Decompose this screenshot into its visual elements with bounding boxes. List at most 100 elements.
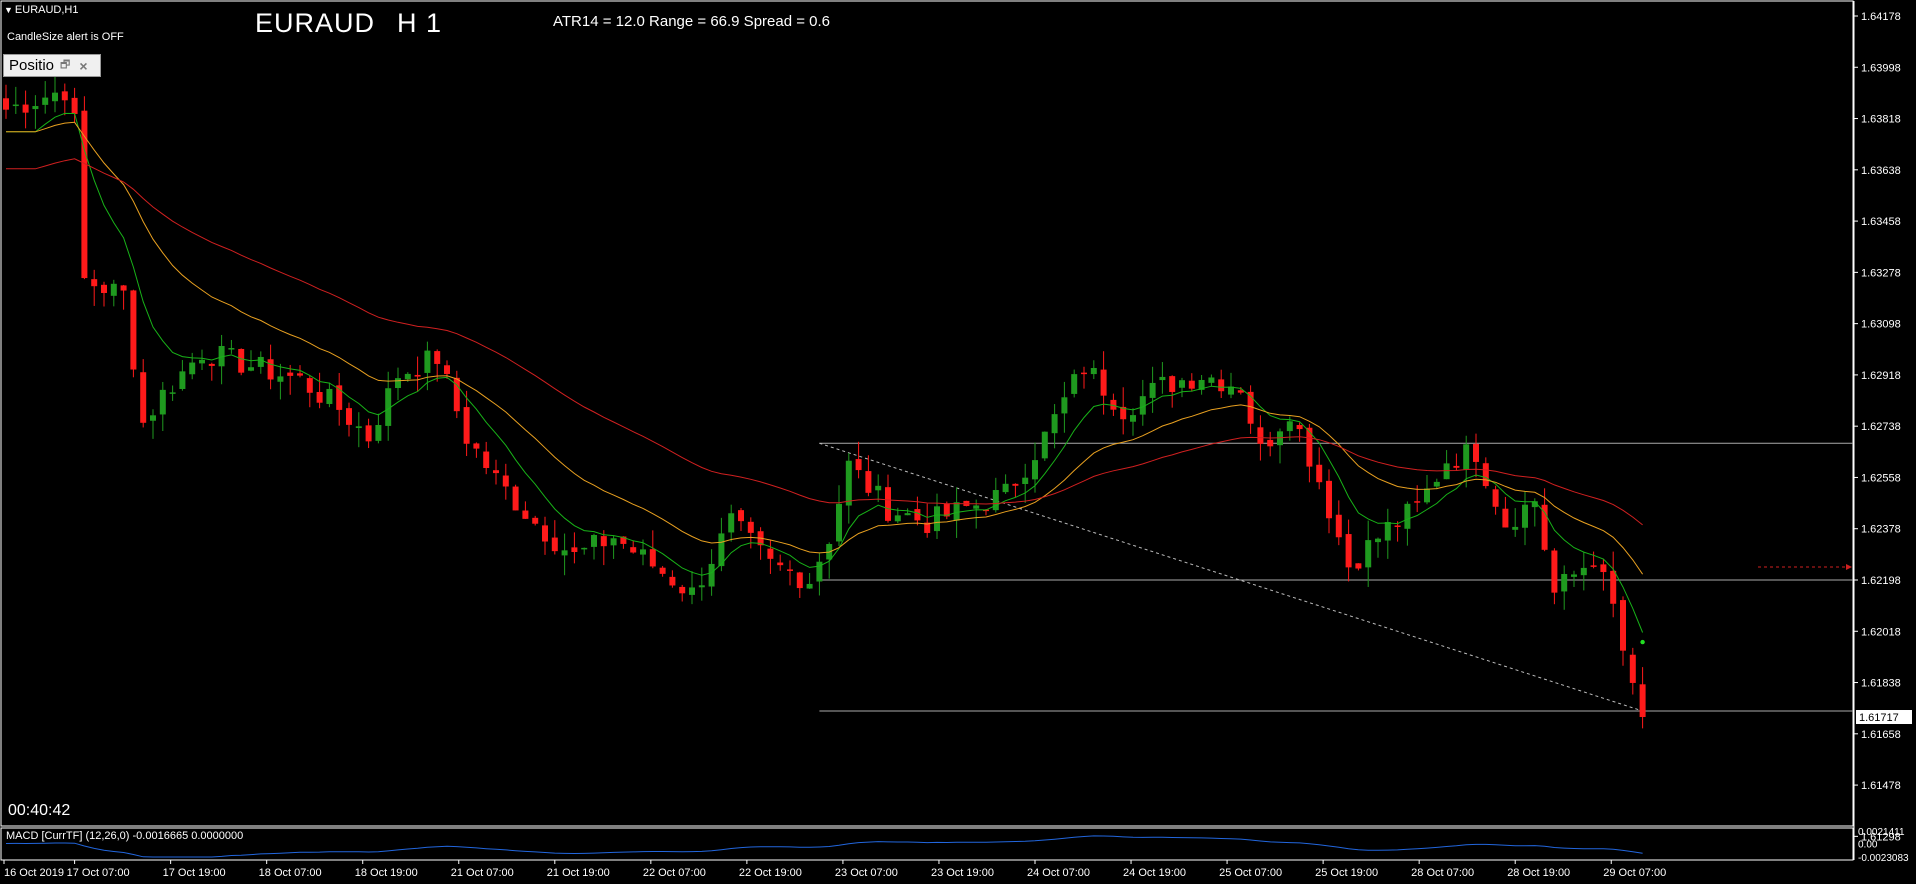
x-tick-label: 16 Oct 2019 — [4, 867, 64, 879]
candle-body — [12, 104, 19, 107]
candle-body — [1002, 483, 1009, 493]
candle-body — [522, 510, 529, 519]
x-tick-label: 28 Oct 19:00 — [1507, 867, 1570, 879]
collapse-triangle-icon[interactable]: ▼ — [4, 5, 13, 15]
candle-body — [894, 515, 901, 522]
candle-body — [434, 351, 441, 364]
symbol-header[interactable]: ▼ EURAUD,H1 — [4, 4, 79, 16]
candle-body — [1012, 483, 1019, 486]
candle-body — [1443, 463, 1450, 480]
signal-dot — [1640, 639, 1645, 645]
macd-line — [5, 835, 1643, 858]
candle-body — [698, 585, 705, 588]
chart-frame — [0, 0, 1855, 861]
main-plot-border — [0, 0, 1854, 827]
x-tick-label: 24 Oct 07:00 — [1027, 867, 1090, 879]
candle-body — [1316, 464, 1323, 483]
candle-body — [1610, 570, 1617, 604]
candle-body — [169, 392, 176, 394]
candle-body — [934, 506, 940, 532]
candle-body — [52, 92, 58, 102]
candle-body — [953, 502, 960, 521]
candle-body — [346, 408, 352, 425]
y-tick-label: 1.63458 — [1861, 216, 1901, 228]
time-axis[interactable]: 16 Oct 2019 17 Oct 07:00 17 Oct 19:00 18 Oc… — [3, 860, 1666, 879]
moving-averages — [6, 112, 1644, 633]
current-price-label: 1.61717 — [1859, 712, 1899, 724]
candle-body — [649, 549, 656, 567]
x-tick-label: 25 Oct 19:00 — [1315, 867, 1378, 879]
candle-body — [806, 583, 813, 589]
candle-body — [1463, 444, 1470, 470]
candle-body — [1482, 463, 1489, 487]
candle-body — [355, 426, 362, 429]
big-symbol-title: EURAUD H 1 — [255, 8, 442, 39]
x-tick-label: 21 Oct 07:00 — [451, 867, 514, 879]
candle-body — [1296, 425, 1303, 430]
candle-body — [424, 350, 431, 373]
candle-body — [287, 372, 294, 376]
candle-body — [542, 525, 548, 542]
macd-label: MACD [CurrTF] (12,26,0) -0.0016665 0.000… — [6, 830, 244, 842]
candle-body — [767, 548, 774, 559]
symbol-timeframe: EURAUD,H1 — [14, 4, 79, 16]
candle-body — [199, 359, 205, 364]
candle-body — [885, 487, 891, 521]
y-tick-label: 1.61478 — [1861, 780, 1901, 792]
candle-body — [1081, 372, 1087, 375]
x-tick-label: 24 Oct 19:00 — [1123, 867, 1186, 879]
macd-axis-label: 0.0021411 — [1858, 827, 1905, 838]
candle-body — [1600, 564, 1607, 573]
candle-body — [600, 536, 607, 547]
close-icon[interactable]: × — [79, 58, 87, 74]
macd-plot-border — [0, 827, 1854, 861]
candle-body — [208, 363, 215, 366]
candle-body — [1335, 514, 1342, 538]
candle-body — [1384, 522, 1391, 541]
candle-body — [875, 485, 882, 491]
candle-body — [32, 106, 39, 110]
price-axis[interactable]: 1.64178 1.63998 1.63818 1.63638 1.63458 1.632… — [1854, 11, 1912, 843]
candle-body — [787, 569, 793, 571]
candle-body — [1433, 481, 1440, 487]
candle-body — [1032, 460, 1038, 480]
restore-window-icon[interactable]: 🗗 — [60, 56, 70, 75]
y-tick-label: 1.64178 — [1861, 11, 1901, 23]
trendline[interactable] — [819, 442, 1643, 712]
candle-body — [1639, 684, 1646, 718]
y-tick-label: 1.62918 — [1861, 370, 1901, 382]
candle-body — [3, 98, 9, 110]
candle-body — [728, 513, 735, 533]
y-tick-label: 1.61838 — [1861, 678, 1901, 690]
y-tick-label: 1.63098 — [1861, 319, 1901, 331]
ma-fast-line — [6, 112, 1644, 633]
candle-body — [1502, 508, 1509, 528]
macd-axis-label: 0.00 — [1858, 840, 1878, 851]
candle-body — [640, 549, 646, 555]
x-tick-label: 28 Oct 07:00 — [1411, 867, 1474, 879]
candle-body — [1453, 465, 1460, 468]
ma-mid-line — [6, 121, 1644, 575]
price-chart[interactable]: 1.64178 1.63998 1.63818 1.63638 1.63458 1.632… — [0, 0, 1916, 884]
y-tick-label: 1.63998 — [1861, 62, 1901, 74]
candle-body — [1424, 488, 1430, 503]
candle-body — [257, 356, 264, 367]
candle-body — [473, 443, 480, 449]
candle-body — [708, 563, 715, 587]
candle-body — [101, 284, 107, 293]
candle-body — [992, 490, 999, 511]
candle-body — [238, 348, 245, 373]
candle-body — [150, 415, 156, 421]
candle-body — [1345, 534, 1352, 568]
candle-body — [1022, 477, 1029, 485]
candle-body — [679, 586, 686, 594]
candle-body — [277, 376, 284, 382]
x-tick-label: 21 Oct 19:00 — [547, 867, 610, 879]
candle-body — [365, 425, 372, 442]
positions-panel[interactable]: Positio 🗗 × — [3, 54, 101, 77]
y-tick-label: 1.63818 — [1861, 114, 1901, 126]
candle-body — [414, 374, 421, 377]
horizontal-levels[interactable] — [819, 442, 1853, 712]
candle-timer: 00:40:42 — [8, 802, 71, 819]
x-tick-label: 17 Oct 19:00 — [163, 867, 226, 879]
